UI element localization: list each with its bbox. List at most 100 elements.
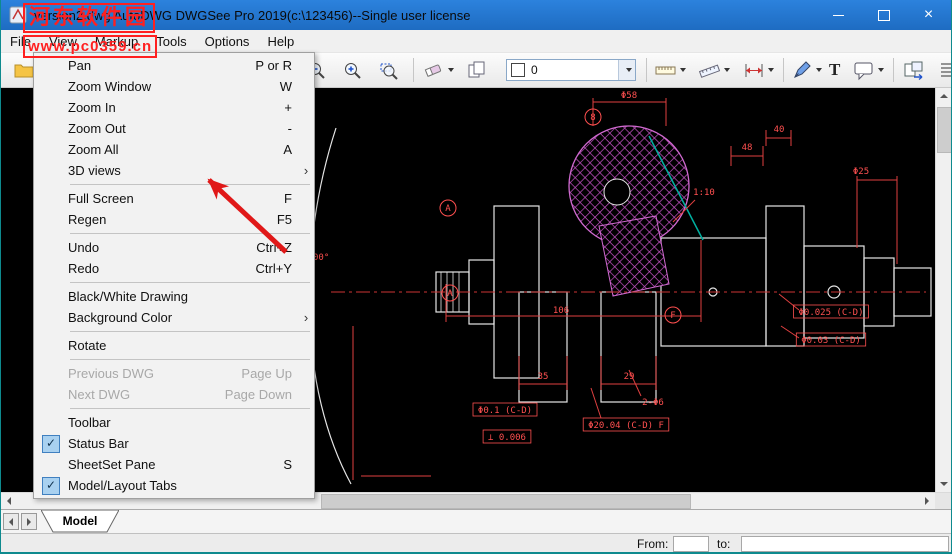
measure-ruler-button[interactable]: [653, 57, 688, 83]
menu-separator: [70, 184, 310, 185]
menu-item-label: Redo: [68, 261, 100, 276]
maximize-button[interactable]: [861, 0, 906, 30]
compare-sheets-button[interactable]: [464, 57, 490, 83]
eraser-button[interactable]: [421, 57, 456, 83]
menu-item-label: 3D views: [68, 163, 121, 178]
menu-item-label: Zoom Window: [68, 79, 152, 94]
layer-combo[interactable]: 0: [506, 59, 636, 81]
menu-item-regen[interactable]: Regen F5: [34, 209, 314, 230]
zoom-window-button[interactable]: [376, 57, 401, 83]
menu-item-shortcut: Ctrl+Z: [256, 240, 292, 255]
close-button[interactable]: ×: [906, 0, 951, 30]
arrow-down-icon: [939, 482, 948, 490]
layer-combo-dropdown-button[interactable]: [618, 60, 635, 80]
menu-item-shortcut: Page Down: [224, 387, 292, 402]
menu-item-toolbar[interactable]: Toolbar: [34, 412, 314, 433]
dimension-label: Φ20.04 (C-D) F: [588, 421, 664, 431]
dimension-label: 8: [590, 113, 595, 123]
menu-item-status-bar[interactable]: ✓ Status Bar: [34, 433, 314, 454]
watermark-line1: 河东软件园: [23, 3, 155, 33]
menu-item-zoom-window[interactable]: Zoom Window W: [34, 76, 314, 97]
dimension-label: Φ25: [853, 167, 869, 177]
horizontal-scroll-thumb[interactable]: [321, 494, 691, 509]
menu-item-background-color[interactable]: Background Color ›: [34, 307, 314, 328]
menu-item-black-white-drawing[interactable]: Black/White Drawing: [34, 286, 314, 307]
menu-item-label: SheetSet Pane: [68, 457, 156, 472]
menu-item-model-layout-tabs[interactable]: ✓ Model/Layout Tabs: [34, 475, 314, 496]
menu-item-rotate[interactable]: Rotate: [34, 335, 314, 356]
menu-item-label: Regen: [68, 212, 107, 227]
menu-item-shortcut: F5: [276, 212, 292, 227]
menu-item-shortcut: F: [284, 191, 292, 206]
scroll-left-button[interactable]: [1, 493, 16, 509]
scroll-right-button[interactable]: [919, 493, 934, 509]
menu-options[interactable]: Options: [196, 32, 259, 51]
vertical-scroll-thumb[interactable]: [937, 107, 951, 153]
menu-item-label: Undo: [68, 240, 100, 255]
export-button[interactable]: [901, 57, 929, 83]
menu-item-next-dwg[interactable]: Next DWG Page Down: [34, 384, 314, 405]
menu-item-previous-dwg[interactable]: Previous DWG Page Up: [34, 363, 314, 384]
dropdown-arrow-icon[interactable]: [816, 68, 822, 72]
comment-button[interactable]: [851, 57, 886, 83]
menu-item-zoom-out[interactable]: Zoom Out -: [34, 118, 314, 139]
menu-item-zoom-all[interactable]: Zoom All A: [34, 139, 314, 160]
dimension-label: A: [447, 289, 453, 299]
arrow-up-icon: [939, 90, 948, 98]
layer-combo-value: 0: [531, 63, 538, 77]
arrow-left-icon: [5, 517, 13, 526]
tab-model[interactable]: Model: [40, 509, 120, 533]
scroll-up-button[interactable]: [936, 88, 951, 104]
menu-item-zoom-in[interactable]: Zoom In +: [34, 97, 314, 118]
toolbar-separator: [413, 58, 414, 82]
dropdown-arrow-icon[interactable]: [448, 68, 454, 72]
from-field[interactable]: [673, 536, 709, 552]
dropdown-arrow-icon[interactable]: [768, 68, 774, 72]
submenu-arrow-icon: ›: [303, 163, 309, 178]
tab-scroll-right-button[interactable]: [21, 513, 37, 530]
dropdown-arrow-icon[interactable]: [724, 68, 730, 72]
tab-scroll-left-button[interactable]: [3, 513, 19, 530]
measure-distance-button[interactable]: [741, 57, 776, 83]
menu-item-3d-views[interactable]: 3D views ›: [34, 160, 314, 181]
to-field[interactable]: [741, 536, 949, 552]
text-button[interactable]: T: [827, 57, 842, 83]
vertical-scrollbar[interactable]: [935, 88, 951, 492]
menu-separator: [70, 408, 310, 409]
menu-item-label: Model/Layout Tabs: [68, 478, 177, 493]
dimension-label: A: [445, 204, 451, 214]
dimension-label: 29: [624, 372, 635, 382]
menu-item-full-screen[interactable]: Full Screen F: [34, 188, 314, 209]
scroll-down-button[interactable]: [936, 476, 951, 492]
menu-item-label: Black/White Drawing: [68, 289, 188, 304]
submenu-arrow-icon: ›: [303, 310, 309, 325]
dimension-label: Φ0.1 (C-D): [478, 406, 532, 416]
menu-separator: [70, 282, 310, 283]
menu-item-redo[interactable]: Redo Ctrl+Y: [34, 258, 314, 279]
dimension-label: Φ0.025 (C-D): [798, 308, 863, 318]
menu-item-shortcut: S: [283, 457, 292, 472]
pen-button[interactable]: [790, 57, 824, 83]
status-bar: From: to:: [1, 533, 951, 552]
menu-item-undo[interactable]: Undo Ctrl+Z: [34, 237, 314, 258]
menu-help[interactable]: Help: [258, 32, 303, 51]
menu-item-pan[interactable]: Pan P or R: [34, 55, 314, 76]
menu-item-label: Next DWG: [68, 387, 131, 402]
menu-item-label: Status Bar: [68, 436, 129, 451]
view-dropdown-menu: Pan P or R Zoom Window W Zoom In + Zoom Out…: [33, 52, 315, 499]
dimension-label: Φ0.03 (C-D): [801, 336, 861, 346]
hatch-lines-button[interactable]: [937, 57, 951, 83]
dropdown-arrow-icon[interactable]: [878, 68, 884, 72]
dropdown-arrow-icon[interactable]: [680, 68, 686, 72]
measure-angle-button[interactable]: [697, 57, 732, 83]
dimension-label: ⊥ 0.006: [488, 433, 526, 443]
minimize-button[interactable]: [816, 0, 861, 30]
zoom-in-button[interactable]: [340, 57, 365, 83]
arrow-right-icon: [924, 497, 933, 505]
menu-item-shortcut: P or R: [255, 58, 292, 73]
watermark-line2: www.pc0359.cn: [23, 35, 158, 58]
minimize-icon: [833, 14, 844, 16]
menu-item-shortcut: Ctrl+Y: [255, 261, 292, 276]
menu-item-sheetset-pane[interactable]: SheetSet Pane S: [34, 454, 314, 475]
menu-item-shortcut: -: [287, 121, 292, 136]
